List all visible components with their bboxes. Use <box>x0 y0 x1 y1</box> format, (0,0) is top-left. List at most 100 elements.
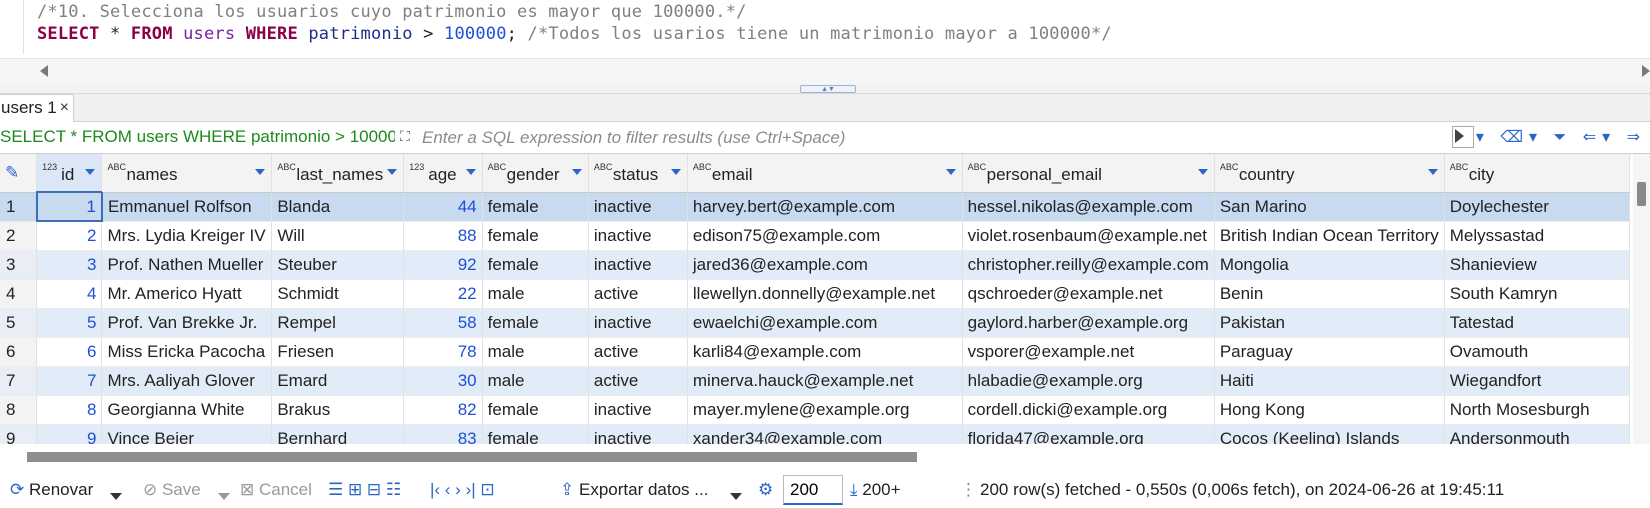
cell-age[interactable]: 92 <box>403 250 483 280</box>
table-row[interactable]: 4 4 Mr. Americo Hyatt Schmidt 22 male active ll… <box>0 279 1630 309</box>
column-header-names[interactable]: ABC names <box>101 154 273 193</box>
cell-status[interactable]: active <box>588 279 688 309</box>
cell-status[interactable]: inactive <box>588 424 688 444</box>
cell-country[interactable]: Hong Kong <box>1214 395 1445 425</box>
cell-email[interactable]: harvey.bert@example.com <box>687 192 963 222</box>
cell-email[interactable]: xander34@example.com <box>687 424 963 444</box>
sort-icon[interactable] <box>465 169 476 175</box>
row-number[interactable]: 9 <box>0 424 38 444</box>
cell-age[interactable]: 22 <box>403 279 483 309</box>
grid-vertical-scrollbar[interactable] <box>1633 154 1650 444</box>
cell-country[interactable]: San Marino <box>1214 192 1445 222</box>
cell-gender[interactable]: male <box>482 337 589 367</box>
cell-city[interactable]: Ovamouth <box>1444 337 1630 367</box>
sort-icon[interactable] <box>670 169 681 175</box>
column-header-gender[interactable]: ABC gender <box>482 154 589 193</box>
table-row[interactable]: 9 9 Vince Beier Bernhard 83 female inactive xan… <box>0 424 1630 444</box>
navigation-icons[interactable]: |‹ ‹ › ›| ⊡ <box>430 480 495 500</box>
cell-gender[interactable]: female <box>482 308 589 338</box>
cell-id[interactable]: 6 <box>36 337 103 367</box>
cell-country[interactable]: Mongolia <box>1214 250 1445 280</box>
cell-names[interactable]: Prof. Van Brekke Jr. <box>101 308 273 338</box>
editor-horizontal-scrollbar[interactable] <box>0 58 1650 84</box>
filter-input[interactable]: Enter a SQL expression to filter results… <box>422 128 845 148</box>
cell-city[interactable]: Shanieview <box>1444 250 1630 280</box>
cell-personal-email[interactable]: gaylord.harber@example.org <box>962 308 1215 338</box>
row-number[interactable]: 6 <box>0 337 38 367</box>
sort-icon[interactable] <box>945 169 956 175</box>
cell-last-names[interactable]: Emard <box>271 366 405 396</box>
cell-id[interactable]: 5 <box>36 308 103 338</box>
cell-id[interactable]: 8 <box>36 395 103 425</box>
scroll-right-arrow-icon[interactable] <box>1642 65 1650 77</box>
vertical-scroll-thumb[interactable] <box>1637 182 1646 206</box>
cell-city[interactable]: Wiegandfort <box>1444 366 1630 396</box>
column-header-personal-email[interactable]: ABC personal_email <box>962 154 1215 193</box>
cell-country[interactable]: British Indian Ocean Territory <box>1214 221 1445 251</box>
column-header-status[interactable]: ABC status <box>588 154 688 193</box>
cell-last-names[interactable]: Will <box>271 221 405 251</box>
cell-names[interactable]: Prof. Nathen Mueller <box>101 250 273 280</box>
splitter-grip-icon[interactable]: ▲▼ <box>800 85 856 93</box>
editor-comment-line[interactable]: /*10. Selecciona los usuarios cuyo patri… <box>37 2 747 22</box>
cell-email[interactable]: ewaelchi@example.com <box>687 308 963 338</box>
cell-id[interactable]: 2 <box>36 221 103 251</box>
cell-country[interactable]: Haiti <box>1214 366 1445 396</box>
cell-personal-email[interactable]: cordell.dicki@example.org <box>962 395 1215 425</box>
row-number[interactable]: 2 <box>0 221 38 251</box>
row-number-header[interactable]: ✎ <box>0 154 38 193</box>
sql-editor[interactable]: /*10. Selecciona los usuarios cuyo patri… <box>0 0 1650 58</box>
export-button[interactable]: ⇪ Exportar datos ... <box>560 480 708 500</box>
cell-gender[interactable]: female <box>482 192 589 222</box>
save-dropdown-icon[interactable] <box>218 486 230 506</box>
cell-id[interactable]: 3 <box>36 250 103 280</box>
cell-last-names[interactable]: Bernhard <box>271 424 405 444</box>
cell-status[interactable]: inactive <box>588 250 688 280</box>
row-number[interactable]: 5 <box>0 308 38 338</box>
cell-city[interactable]: Doylechester <box>1444 192 1630 222</box>
sort-icon[interactable] <box>1427 169 1438 175</box>
results-tab[interactable]: users 1 × <box>0 94 74 122</box>
table-row[interactable]: 6 6 Miss Ericka Pacocha Friesen 78 male active… <box>0 337 1630 367</box>
horizontal-scroll-thumb[interactable] <box>27 452 917 462</box>
cell-age[interactable]: 58 <box>403 308 483 338</box>
row-number[interactable]: 1 <box>0 192 38 222</box>
table-row[interactable]: 1 1 Emmanuel Rolfson Blanda 44 female inactive… <box>0 191 1630 222</box>
cell-city[interactable]: Melyssastad <box>1444 221 1630 251</box>
cell-status[interactable]: active <box>588 337 688 367</box>
sort-icon[interactable] <box>85 169 96 175</box>
column-header-id[interactable]: 123 id <box>36 154 103 193</box>
results-grid[interactable]: ✎ 123 id ABC names ABC last_names 123 age AB… <box>0 154 1630 444</box>
column-header-city[interactable]: ABC city <box>1444 154 1630 193</box>
cell-status[interactable]: inactive <box>588 308 688 338</box>
row-edit-icons[interactable]: ☰ ⊞ ⊟ ☷ <box>328 480 401 500</box>
cell-last-names[interactable]: Steuber <box>271 250 405 280</box>
settings-gear-icon[interactable]: ⚙ <box>758 480 773 500</box>
cell-names[interactable]: Vince Beier <box>101 424 273 444</box>
cell-names[interactable]: Mr. Americo Hyatt <box>101 279 273 309</box>
cell-status[interactable]: inactive <box>588 221 688 251</box>
cell-email[interactable]: llewellyn.donnelly@example.net <box>687 279 963 309</box>
cell-age[interactable]: 88 <box>403 221 483 251</box>
cell-personal-email[interactable]: hlabadie@example.org <box>962 366 1215 396</box>
cell-country[interactable]: Paraguay <box>1214 337 1445 367</box>
cell-last-names[interactable]: Rempel <box>271 308 405 338</box>
cell-names[interactable]: Mrs. Lydia Kreiger IV <box>101 221 273 251</box>
cell-personal-email[interactable]: vsporer@example.net <box>962 337 1215 367</box>
row-number[interactable]: 7 <box>0 366 38 396</box>
sort-icon[interactable] <box>1197 169 1208 175</box>
panel-splitter[interactable]: ▲▼ <box>0 84 1650 94</box>
cell-age[interactable]: 30 <box>403 366 483 396</box>
table-row[interactable]: 3 3 Prof. Nathen Mueller Steuber 92 female ina… <box>0 250 1630 280</box>
table-row[interactable]: 5 5 Prof. Van Brekke Jr. Rempel 58 female inac… <box>0 308 1630 338</box>
sort-icon[interactable] <box>387 169 398 175</box>
editor-query-line[interactable]: SELECT * FROM users WHERE patrimonio > 1… <box>37 24 1112 44</box>
grid-horizontal-scrollbar[interactable] <box>0 444 1650 466</box>
cell-last-names[interactable]: Friesen <box>271 337 405 367</box>
cell-age[interactable]: 82 <box>403 395 483 425</box>
cell-gender[interactable]: female <box>482 395 589 425</box>
column-header-email[interactable]: ABC email <box>687 154 963 193</box>
scroll-left-arrow-icon[interactable] <box>40 65 48 77</box>
cell-personal-email[interactable]: christopher.reilly@example.com <box>962 250 1215 280</box>
column-header-age[interactable]: 123 age <box>403 154 483 193</box>
